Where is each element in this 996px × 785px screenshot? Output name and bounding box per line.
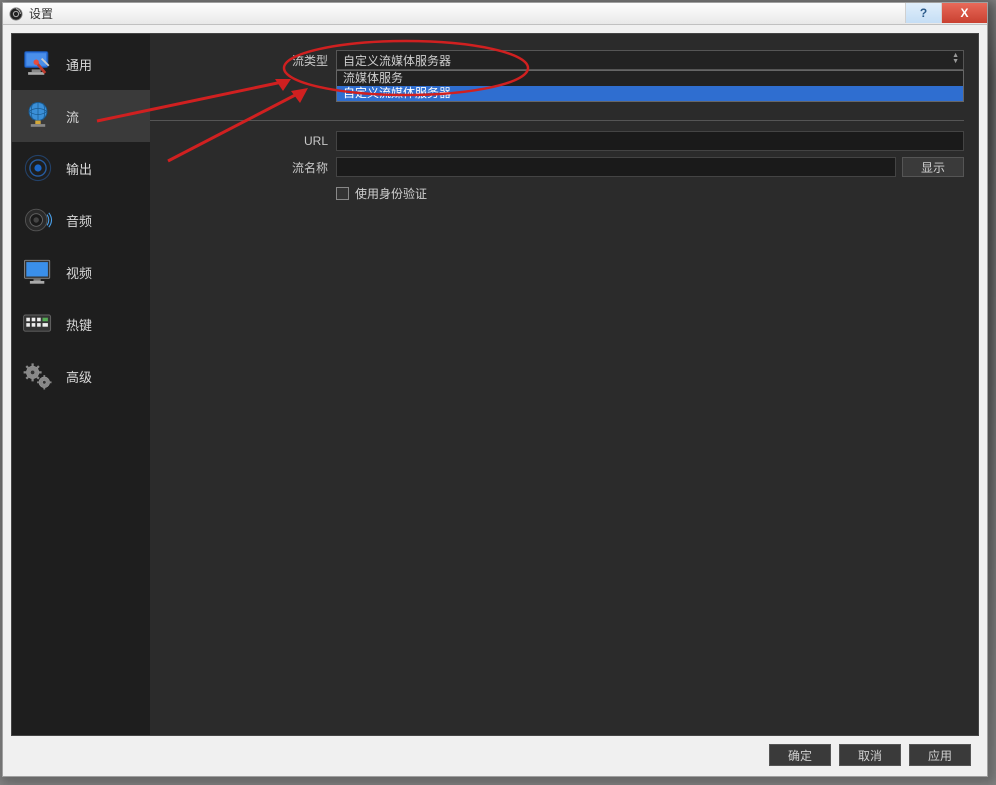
stream-type-select[interactable]: 自定义流媒体服务器 ▲▼ <box>336 50 964 70</box>
sidebar-item-advanced[interactable]: 高级 <box>12 350 150 402</box>
stream-type-value: 自定义流媒体服务器 <box>343 52 451 69</box>
sidebar: 通用 流 <box>12 34 150 735</box>
stream-type-dropdown[interactable]: 流媒体服务 自定义流媒体服务器 <box>336 70 964 102</box>
dropdown-option-selected[interactable]: 自定义流媒体服务器 <box>337 86 963 101</box>
sidebar-item-label: 音频 <box>66 211 92 230</box>
monitor-icon <box>20 254 56 290</box>
cancel-button[interactable]: 取消 <box>839 744 901 766</box>
sidebar-item-label: 流 <box>66 107 79 126</box>
stream-type-label: 流类型 <box>150 52 336 69</box>
gears-icon <box>20 358 56 394</box>
speaker-icon <box>20 202 56 238</box>
window-title: 设置 <box>29 5 53 22</box>
sidebar-item-general[interactable]: 通用 <box>12 38 150 90</box>
dropdown-option[interactable]: 流媒体服务 <box>337 71 963 86</box>
sidebar-item-stream[interactable]: 流 <box>12 90 150 142</box>
settings-window: 设置 ? X 通用 <box>2 2 988 777</box>
sidebar-item-label: 通用 <box>66 55 92 74</box>
sidebar-item-audio[interactable]: 音频 <box>12 194 150 246</box>
stream-key-input[interactable] <box>336 157 896 177</box>
sidebar-item-output[interactable]: 输出 <box>12 142 150 194</box>
sidebar-item-label: 热键 <box>66 315 92 334</box>
broadcast-icon <box>20 150 56 186</box>
main-area: 通用 流 <box>11 33 979 736</box>
chevron-updown-icon: ▲▼ <box>952 53 959 65</box>
use-auth-label: 使用身份验证 <box>355 185 427 202</box>
stream-key-label: 流名称 <box>150 159 336 176</box>
content-panel: 流类型 自定义流媒体服务器 ▲▼ 流媒体服务 自定义流媒体服务器 URL <box>150 34 978 735</box>
titlebar[interactable]: 设置 ? X <box>3 3 987 25</box>
close-button[interactable]: X <box>941 3 987 23</box>
sidebar-item-label: 高级 <box>66 367 92 386</box>
ok-button[interactable]: 确定 <box>769 744 831 766</box>
use-auth-checkbox[interactable] <box>336 187 349 200</box>
sidebar-item-label: 输出 <box>66 159 92 178</box>
divider <box>150 120 964 121</box>
monitor-tools-icon <box>20 46 56 82</box>
globe-network-icon <box>20 98 56 134</box>
keyboard-icon <box>20 306 56 342</box>
obs-icon <box>9 7 23 21</box>
url-input[interactable] <box>336 131 964 151</box>
url-label: URL <box>150 134 336 148</box>
apply-button[interactable]: 应用 <box>909 744 971 766</box>
show-button[interactable]: 显示 <box>902 157 964 177</box>
help-button[interactable]: ? <box>905 3 941 23</box>
sidebar-item-video[interactable]: 视频 <box>12 246 150 298</box>
sidebar-item-label: 视频 <box>66 263 92 282</box>
sidebar-item-hotkeys[interactable]: 热键 <box>12 298 150 350</box>
